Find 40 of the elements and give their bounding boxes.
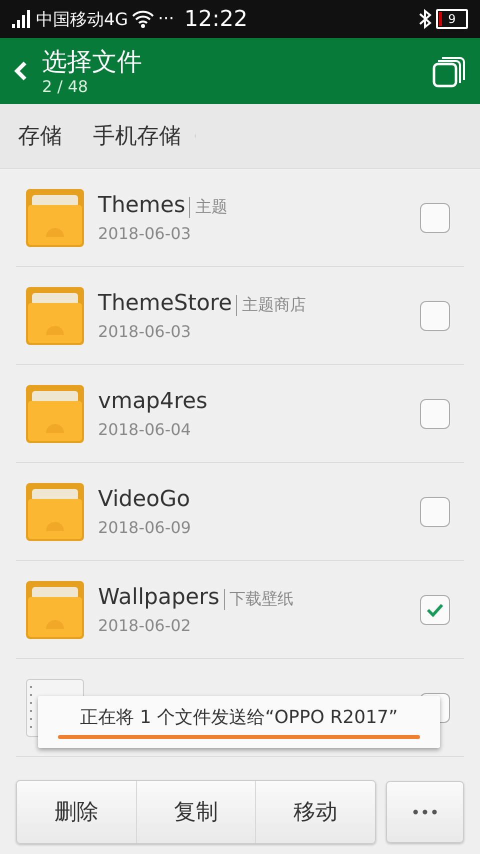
- checkbox[interactable]: [420, 496, 450, 526]
- folder-icon: [26, 188, 84, 246]
- file-date: 2018-06-09: [98, 518, 192, 536]
- file-name: vmap4res: [98, 388, 208, 414]
- checkbox[interactable]: [420, 594, 450, 624]
- action-button[interactable]: 删除: [17, 781, 136, 843]
- file-name: Themes: [98, 192, 186, 218]
- file-name: Wallpapers: [98, 584, 220, 610]
- selection-count: 2 / 48: [42, 76, 90, 96]
- back-icon[interactable]: [14, 61, 28, 81]
- bluetooth-icon: [418, 9, 432, 29]
- battery-indicator: 9: [436, 9, 468, 29]
- screen-title: 选择文件: [42, 46, 143, 76]
- carrier-label: 中国移动4G: [36, 8, 128, 30]
- notification-dots: ···: [158, 9, 174, 29]
- stacked-squares-icon[interactable]: [432, 54, 466, 88]
- file-date: 2018-06-02: [98, 616, 192, 634]
- folder-icon: [26, 384, 84, 442]
- checkbox[interactable]: [420, 300, 450, 330]
- checkbox[interactable]: [420, 398, 450, 428]
- file-alias: 下载壁纸: [224, 588, 294, 610]
- file-name: ThemeStore: [98, 290, 232, 316]
- checkbox[interactable]: [420, 202, 450, 232]
- check-icon: [426, 602, 444, 616]
- file-date: 2018-06-03: [98, 224, 192, 242]
- toast-message: 正在将 1 个文件发送给“OPPO R2017”: [80, 706, 398, 729]
- file-alias: 主题: [189, 196, 228, 218]
- action-button[interactable]: 复制: [136, 781, 256, 843]
- wifi-icon: [132, 10, 154, 28]
- action-button[interactable]: 移动: [255, 781, 376, 843]
- signal-icon: [12, 10, 32, 28]
- clock: 12:22: [184, 6, 248, 32]
- more-button[interactable]: •••: [386, 781, 464, 843]
- file-name: VideoGo: [98, 486, 190, 512]
- folder-icon: [26, 286, 84, 344]
- folder-icon: [26, 482, 84, 540]
- folder-icon: [26, 580, 84, 638]
- file-alias: 主题商店: [236, 294, 306, 316]
- file-date: 2018-06-04: [98, 420, 192, 438]
- file-date: 2018-06-03: [98, 322, 192, 340]
